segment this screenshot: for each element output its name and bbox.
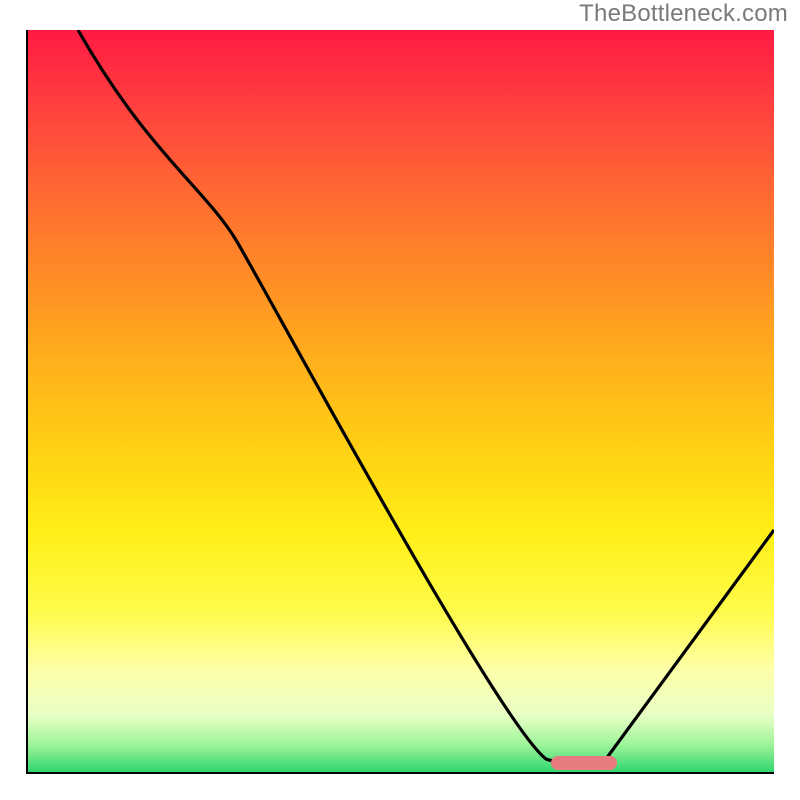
curve-path <box>78 30 774 762</box>
plot-background-gradient <box>26 30 774 774</box>
chart-container: TheBottleneck.com <box>0 0 800 800</box>
watermark-text: TheBottleneck.com <box>579 0 788 28</box>
optimal-range-marker <box>551 756 617 770</box>
bottleneck-curve <box>26 30 774 774</box>
